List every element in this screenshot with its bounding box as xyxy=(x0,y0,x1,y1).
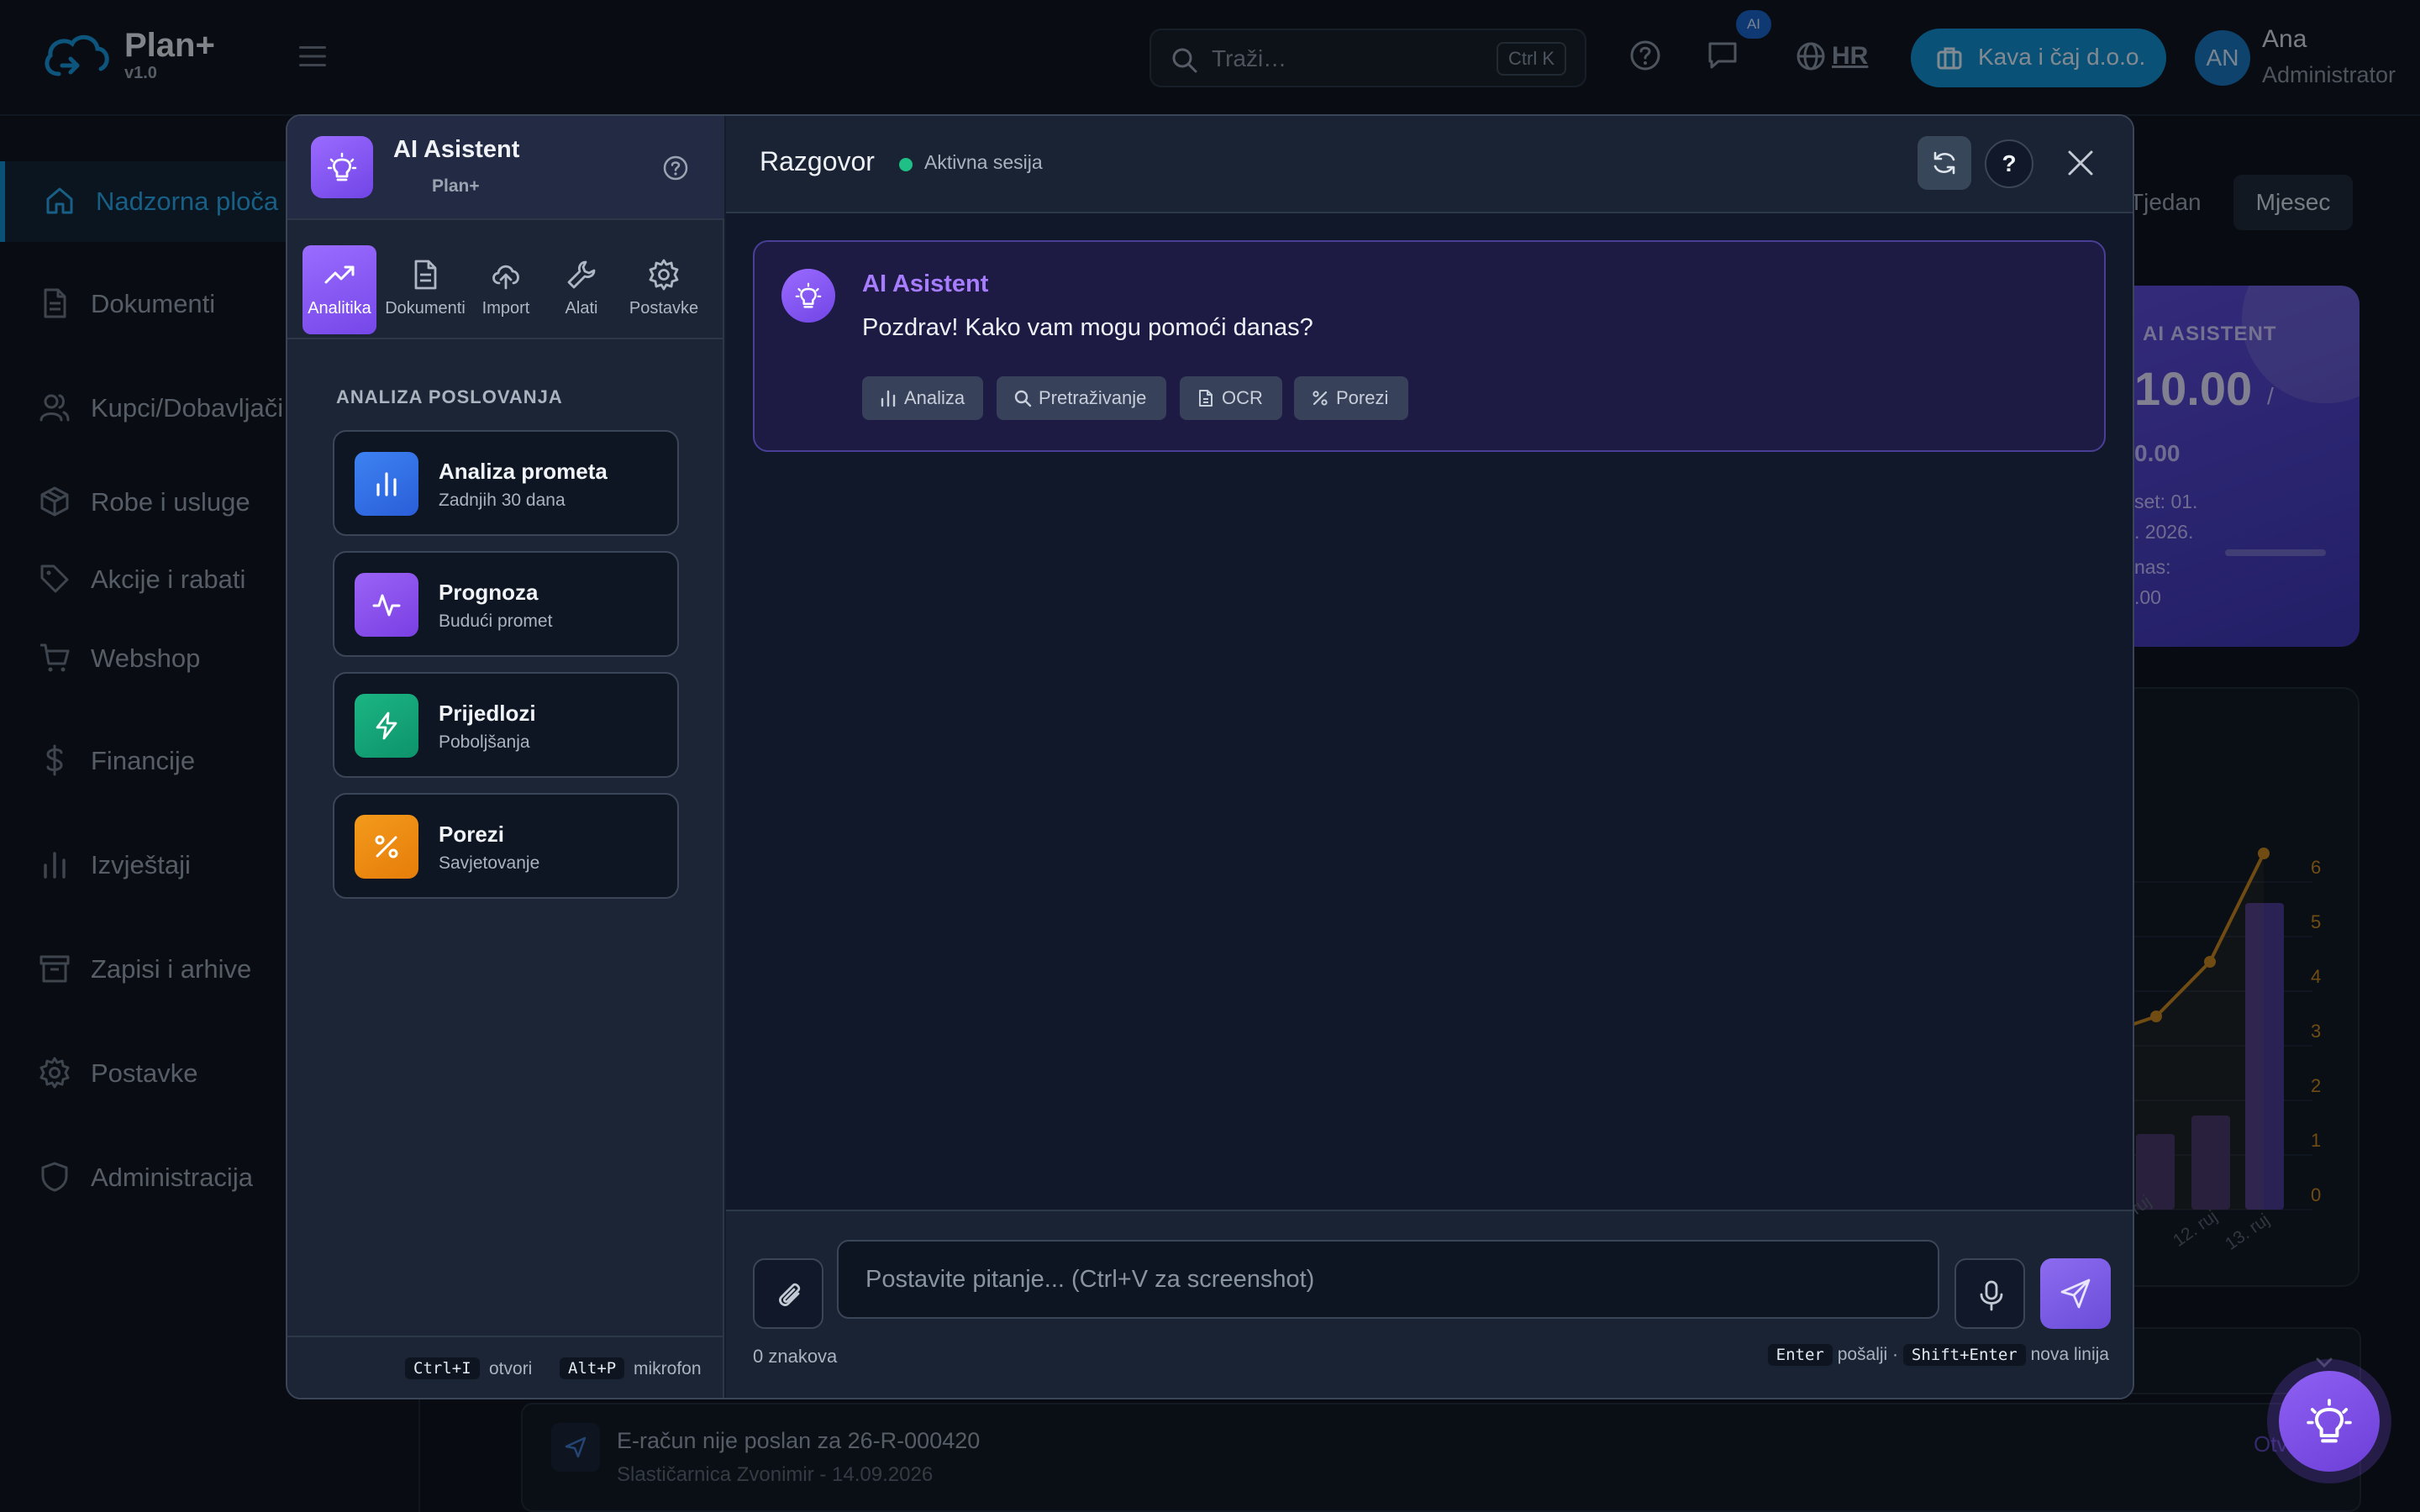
session-status: Aktivna sesija xyxy=(924,151,1043,173)
char-count: 0 znakova xyxy=(753,1346,838,1367)
card-icon-box xyxy=(355,815,418,879)
section-title: ANALIZA POSLOVANJA xyxy=(336,386,563,407)
card-suggestions[interactable]: Prijedlozi Poboljšanja xyxy=(333,672,679,778)
assistant-title: AI Asistent xyxy=(393,136,520,163)
close-button[interactable] xyxy=(2054,136,2107,190)
tab-analytics[interactable]: Analitika xyxy=(302,245,376,334)
tab-label: Import xyxy=(481,299,530,318)
tab-tools[interactable]: Alati xyxy=(548,245,615,334)
send-button[interactable] xyxy=(2040,1258,2111,1329)
refresh-button[interactable] xyxy=(1918,136,1971,190)
hint-shift-key: Shift+Enter xyxy=(1902,1344,2026,1366)
chip-label: Analiza xyxy=(904,387,965,408)
card-subtitle: Zadnjih 30 dana xyxy=(439,491,566,510)
ai-assistant-modal: AI Asistent Plan+ Analitika Dokumenti Im… xyxy=(286,114,2134,1399)
keyboard-hints: Enter pošalji · Shift+Enter nova linija xyxy=(1767,1344,2109,1366)
attach-button[interactable] xyxy=(753,1258,823,1329)
lightbulb-icon xyxy=(795,282,822,308)
chat-header: Razgovor Aktivna sesija ? xyxy=(726,116,2133,213)
shortcut-open-label: otvori xyxy=(489,1359,533,1378)
tab-import[interactable]: Import xyxy=(472,245,539,334)
card-icon-box xyxy=(355,573,418,637)
assistant-header: AI Asistent Plan+ xyxy=(287,116,724,220)
card-title: Prijedlozi xyxy=(439,701,536,726)
tab-label: Alati xyxy=(565,299,598,318)
chip-taxes[interactable]: Porezi xyxy=(1294,376,1408,420)
percent-icon xyxy=(375,835,398,858)
assistant-side-panel: AI Asistent Plan+ Analitika Dokumenti Im… xyxy=(287,116,724,1398)
chat-panel: Razgovor Aktivna sesija ? AI Asistent Po… xyxy=(726,116,2133,1398)
card-title: Porezi xyxy=(439,822,505,847)
refresh-icon xyxy=(1933,151,1955,175)
assistant-logo xyxy=(311,136,373,198)
card-title: Prognoza xyxy=(439,580,539,605)
card-subtitle: Savjetovanje xyxy=(439,853,540,873)
chip-label: OCR xyxy=(1222,387,1263,408)
chip-label: Pretraživanje xyxy=(1039,387,1147,408)
lightbulb-icon xyxy=(327,152,357,181)
assistant-subtitle: Plan+ xyxy=(432,176,480,196)
chip-label: Porezi xyxy=(1336,387,1389,408)
card-taxes[interactable]: Porezi Savjetovanje xyxy=(333,793,679,899)
session-status-dot xyxy=(899,158,913,171)
help-icon[interactable] xyxy=(662,155,689,181)
tab-label: Dokumenti xyxy=(385,299,466,318)
chip-analysis[interactable]: Analiza xyxy=(862,376,983,420)
bolt-icon xyxy=(376,711,397,740)
message-composer: 0 znakova Enter pošalji · Shift+Enter no… xyxy=(726,1210,2133,1398)
search-icon xyxy=(1014,390,1032,407)
card-forecast[interactable]: Prognoza Budući promet xyxy=(333,551,679,657)
message-text: Pozdrav! Kako vam mogu pomoći danas? xyxy=(862,314,1313,341)
assistant-message: AI Asistent Pozdrav! Kako vam mogu pomoć… xyxy=(753,240,2106,452)
chat-title: Razgovor xyxy=(760,146,875,176)
hint-enter-label: pošalji · xyxy=(1837,1345,1899,1364)
card-title: Analiza prometa xyxy=(439,459,608,484)
message-sender: AI Asistent xyxy=(862,270,989,297)
microphone-button[interactable] xyxy=(1954,1258,2025,1329)
lightbulb-icon xyxy=(2307,1399,2352,1443)
percent-icon xyxy=(1313,391,1328,406)
document-icon xyxy=(414,260,437,290)
ai-assistant-fab[interactable] xyxy=(2279,1371,2380,1472)
card-icon-box xyxy=(355,452,418,516)
trend-icon xyxy=(324,265,355,284)
tab-label: Analitika xyxy=(308,299,371,318)
bar-chart-icon xyxy=(881,390,896,407)
upload-icon xyxy=(492,265,519,290)
microphone-icon xyxy=(1980,1280,2003,1311)
shortcut-footer: Ctrl+I otvori Alt+P mikrofon xyxy=(287,1336,724,1398)
shortcut-open-key: Ctrl+I xyxy=(405,1357,480,1379)
gear-icon xyxy=(649,259,679,291)
hint-enter-key: Enter xyxy=(1767,1344,1833,1366)
card-subtitle: Budući promet xyxy=(439,612,553,631)
wrench-icon xyxy=(567,260,596,289)
card-subtitle: Poboljšanja xyxy=(439,732,530,752)
chat-help-button[interactable]: ? xyxy=(1985,139,2033,188)
activity-icon xyxy=(372,594,401,617)
chip-ocr[interactable]: OCR xyxy=(1180,376,1282,420)
document-icon xyxy=(1199,390,1213,407)
assistant-avatar xyxy=(781,269,835,323)
chat-input[interactable] xyxy=(837,1240,1939,1319)
card-revenue-analysis[interactable]: Analiza prometa Zadnjih 30 dana xyxy=(333,430,679,536)
hint-shift-label: nova linija xyxy=(2030,1345,2109,1364)
chip-search[interactable]: Pretraživanje xyxy=(997,376,1166,420)
close-icon xyxy=(2068,150,2093,176)
bar-chart-icon xyxy=(376,472,397,496)
shortcut-mic-key: Alt+P xyxy=(560,1357,625,1379)
send-icon xyxy=(2060,1278,2091,1309)
tab-settings[interactable]: Postavke xyxy=(623,245,704,334)
paperclip-icon xyxy=(779,1283,801,1306)
tab-label: Postavke xyxy=(629,299,699,318)
card-icon-box xyxy=(355,694,418,758)
shortcut-mic-label: mikrofon xyxy=(634,1359,702,1378)
tab-documents[interactable]: Dokumenti xyxy=(385,245,466,334)
